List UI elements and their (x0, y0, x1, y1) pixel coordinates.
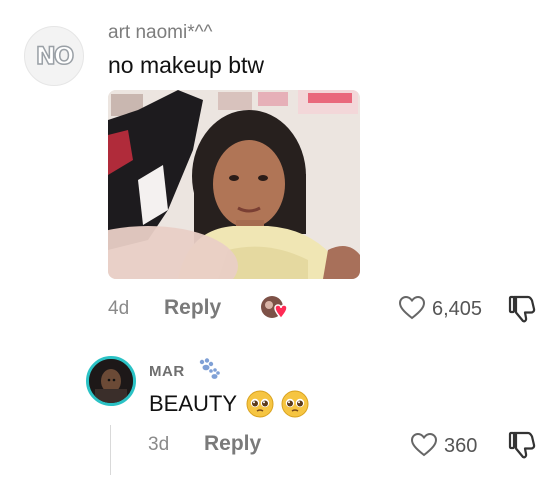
comment-time: 4d (108, 298, 130, 319)
thumbs-down-icon[interactable] (508, 294, 536, 324)
comment-reply-button[interactable]: Reply (164, 296, 221, 320)
reply-time: 3d (148, 434, 170, 455)
reply-text: BEAUTY (149, 391, 238, 416)
paw-icon (196, 358, 222, 380)
thumbs-down-icon[interactable] (508, 430, 536, 460)
comment-like-count: 6,405 (432, 298, 483, 320)
heart-outline-icon[interactable] (410, 431, 438, 459)
comment-text: no makeup btw (108, 52, 264, 78)
heart-outline-icon[interactable] (398, 294, 426, 322)
pleading-face-emoji (281, 390, 309, 418)
liked-by-creator-icon (260, 295, 290, 323)
pleading-face-emoji (246, 390, 274, 418)
selfie-photo-illustration (108, 90, 360, 279)
commenter-username[interactable]: art naomi*^^ (108, 22, 212, 44)
reply-thread-line (110, 425, 111, 475)
reply-like-count: 360 (444, 435, 478, 457)
reply-username[interactable]: MAR (149, 363, 185, 380)
avatar-logo-text: NO (35, 41, 75, 71)
reply-avatar[interactable] (86, 356, 136, 406)
comment-attached-photo[interactable] (108, 90, 360, 279)
reply-reply-button[interactable]: Reply (204, 432, 261, 456)
commenter-avatar[interactable]: NO (24, 26, 84, 86)
